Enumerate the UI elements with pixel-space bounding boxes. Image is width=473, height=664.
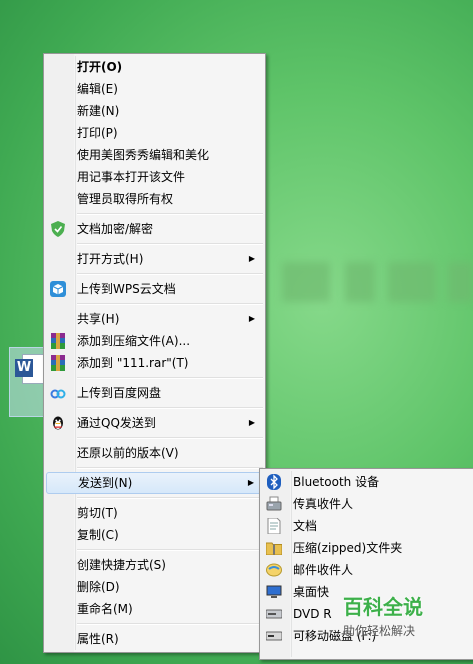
submenu-arrow-icon: ▶ [247,478,254,487]
menu-item-cut[interactable]: 剪切(T) [44,502,265,524]
menu-separator [77,377,263,379]
menu-item-share[interactable]: 共享(H) ▶ [44,308,265,330]
submenu-arrow-icon: ▶ [248,314,255,323]
menu-item-notepad[interactable]: 用记事本打开该文件 [44,166,265,188]
bluetooth-icon [266,474,282,490]
menu-separator [77,497,263,499]
blurred-text [282,262,330,302]
menu-item-open-with[interactable]: 打开方式(H) ▶ [44,248,265,270]
sendto-fax[interactable]: 传真收件人 [260,493,473,515]
desktop-icon [266,584,282,600]
baidu-netdisk-icon [50,385,66,401]
cloud-cube-icon [50,281,66,297]
dvd-drive-icon [266,606,282,622]
menu-item-edit[interactable]: 编辑(E) [44,78,265,100]
menu-item-copy[interactable]: 复制(C) [44,524,265,546]
winrar-icon [50,355,66,371]
menu-separator [77,273,263,275]
menu-item-add-111-rar[interactable]: 添加到 "111.rar"(T) [44,352,265,374]
menu-item-rename[interactable]: 重命名(M) [44,598,265,620]
shield-icon [50,221,66,237]
menu-item-open[interactable]: 打开(O) [44,56,265,78]
menu-item-restore-versions[interactable]: 还原以前的版本(V) [44,442,265,464]
menu-item-take-ownership[interactable]: 管理员取得所有权 [44,188,265,210]
document-icon [266,518,282,534]
menu-item-add-archive[interactable]: 添加到压缩文件(A)... [44,330,265,352]
submenu-arrow-icon: ▶ [248,418,255,427]
menu-item-encrypt[interactable]: 文档加密/解密 [44,218,265,240]
menu-separator [77,623,263,625]
blurred-text [448,262,473,302]
sendto-mail[interactable]: 邮件收件人 [260,559,473,581]
zip-folder-icon [266,540,282,556]
fax-icon [266,496,282,512]
sendto-zip-folder[interactable]: 压缩(zipped)文件夹 [260,537,473,559]
menu-item-baidu-netdisk[interactable]: 上传到百度网盘 [44,382,265,404]
menu-item-wps-cloud[interactable]: 上传到WPS云文档 [44,278,265,300]
menu-item-delete[interactable]: 删除(D) [44,576,265,598]
menu-item-new[interactable]: 新建(N) [44,100,265,122]
sendto-documents[interactable]: 文档 [260,515,473,537]
menu-separator [77,303,263,305]
context-menu: 打开(O) 编辑(E) 新建(N) 打印(P) 使用美图秀秀编辑和美化 用记事本… [43,53,266,653]
menu-separator [77,243,263,245]
menu-separator [77,407,263,409]
sendto-bluetooth[interactable]: Bluetooth 设备 [260,471,473,493]
watermark-logo: 百科全说 助你轻松解决 [343,591,423,639]
menu-separator [77,437,263,439]
menu-separator [77,213,263,215]
submenu-arrow-icon: ▶ [248,254,255,263]
removable-disk-icon [266,628,282,644]
menu-separator [77,549,263,551]
watermark-title: 百科全说 [343,597,423,619]
menu-separator [77,467,263,469]
menu-item-create-shortcut[interactable]: 创建快捷方式(S) [44,554,265,576]
mail-icon [266,562,282,578]
menu-item-meitu[interactable]: 使用美图秀秀编辑和美化 [44,144,265,166]
menu-item-send-to[interactable]: 发送到(N) ▶ [46,472,263,494]
qq-penguin-icon [50,415,66,431]
watermark-subtitle: 助你轻松解决 [343,624,416,638]
menu-item-print[interactable]: 打印(P) [44,122,265,144]
blurred-text [345,262,375,302]
blurred-text [388,262,436,302]
menu-item-properties[interactable]: 属性(R) [44,628,265,650]
menu-item-qq-send[interactable]: 通过QQ发送到 ▶ [44,412,265,434]
winrar-icon [50,333,66,349]
